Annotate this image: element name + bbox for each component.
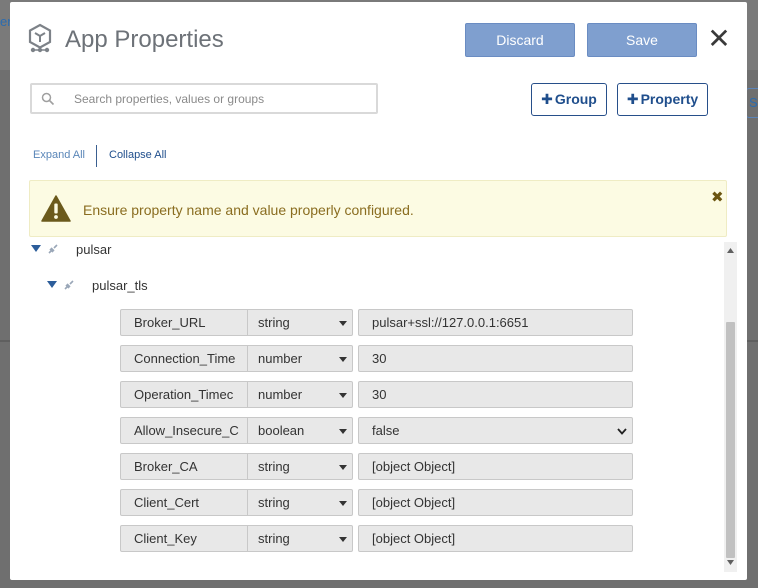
property-type-value: string [258, 495, 290, 510]
search-icon [41, 92, 55, 106]
property-type-value: string [258, 531, 290, 546]
app-cube-icon [28, 23, 52, 53]
property-name-input[interactable]: Allow_Insecure_C [120, 417, 248, 444]
property-value-input[interactable]: [object Object] [358, 489, 633, 516]
property-value-input[interactable]: pulsar+ssl://127.0.0.1:6651 [358, 309, 633, 336]
property-type-value: string [258, 315, 290, 330]
property-tree: pulsar pulsar_tls Broker_URL string puls… [29, 242, 721, 572]
property-row: Broker_URL string pulsar+ssl://127.0.0.1… [120, 309, 633, 336]
chevron-down-icon [339, 321, 347, 326]
property-type-select[interactable]: string [247, 525, 353, 552]
property-name-input[interactable]: Connection_Time [120, 345, 248, 372]
property-type-value: number [258, 351, 303, 366]
property-row: Connection_Time number 30 [120, 345, 633, 372]
modal-title: App Properties [65, 26, 224, 53]
chevron-down-icon [339, 501, 347, 506]
app-properties-modal: App Properties Discard Save ✕ ✚Group ✚Pr… [10, 2, 747, 580]
property-name-input[interactable]: Broker_CA [120, 453, 248, 480]
tree-scrollbar[interactable] [724, 242, 737, 572]
scrollbar-thumb[interactable] [726, 322, 735, 558]
property-row: Client_Key string [object Object] [120, 525, 633, 552]
chevron-down-icon [339, 393, 347, 398]
alert-message: Ensure property name and value properly … [83, 202, 414, 218]
property-row: Broker_CA string [object Object] [120, 453, 633, 480]
caret-down-icon[interactable] [47, 281, 57, 289]
property-row: Client_Cert string [object Object] [120, 489, 633, 516]
close-icon[interactable]: ✕ [707, 25, 731, 53]
add-property-button[interactable]: ✚ Property [617, 83, 708, 116]
property-row: Operation_Timec number 30 [120, 381, 633, 408]
property-type-select[interactable]: number [247, 345, 353, 372]
subgroup-label[interactable]: pulsar_tls [92, 278, 148, 293]
property-type-value: boolean [258, 423, 305, 438]
plus-icon: ✚ [626, 91, 639, 107]
add-property-label: Property [640, 91, 699, 107]
caret-down-icon[interactable] [31, 245, 41, 253]
chevron-down-icon [339, 537, 347, 542]
plug-icon [48, 244, 58, 254]
plus-icon: ✚ [541, 91, 553, 107]
plug-icon [64, 280, 74, 290]
property-name-input[interactable]: Client_Cert [120, 489, 248, 516]
property-type-value: number [258, 387, 303, 402]
property-value-input[interactable]: 30 [358, 381, 633, 408]
property-value-input[interactable]: 30 [358, 345, 633, 372]
alert-close-icon[interactable]: ✖ [711, 188, 724, 206]
property-value-text: false [372, 423, 400, 438]
background-button-fragment: Su [746, 88, 758, 118]
collapse-all-link[interactable]: Collapse All [109, 149, 166, 161]
property-value-input[interactable]: [object Object] [358, 453, 633, 480]
save-button[interactable]: Save [587, 23, 697, 57]
chevron-down-icon [339, 465, 347, 470]
warning-alert: Ensure property name and value properly … [29, 180, 727, 237]
discard-button[interactable]: Discard [465, 23, 575, 57]
search-input[interactable] [72, 88, 362, 110]
property-name-input[interactable]: Operation_Timec [120, 381, 248, 408]
property-name-input[interactable]: Broker_URL [120, 309, 248, 336]
property-type-select[interactable]: string [247, 453, 353, 480]
link-divider [96, 145, 97, 167]
search-field[interactable] [30, 83, 378, 114]
add-group-label: Group [554, 91, 597, 107]
property-name-input[interactable]: Client_Key [120, 525, 248, 552]
chevron-down-icon [339, 357, 347, 362]
chevron-down-icon [339, 429, 347, 434]
add-group-button[interactable]: ✚ Group [531, 83, 607, 116]
property-type-select[interactable]: number [247, 381, 353, 408]
property-row: Allow_Insecure_C boolean false [120, 417, 633, 444]
scroll-up-arrow-icon[interactable] [727, 248, 734, 253]
property-type-select[interactable]: boolean [247, 417, 353, 444]
property-type-select[interactable]: string [247, 309, 353, 336]
expand-all-link[interactable]: Expand All [33, 149, 85, 161]
warning-icon [41, 195, 71, 222]
property-value-input[interactable]: [object Object] [358, 525, 633, 552]
property-type-select[interactable]: string [247, 489, 353, 516]
scroll-down-arrow-icon[interactable] [727, 560, 734, 565]
property-value-select[interactable]: false [358, 417, 633, 444]
group-label[interactable]: pulsar [76, 242, 111, 257]
property-type-value: string [258, 459, 290, 474]
chevron-down-icon [617, 428, 627, 435]
